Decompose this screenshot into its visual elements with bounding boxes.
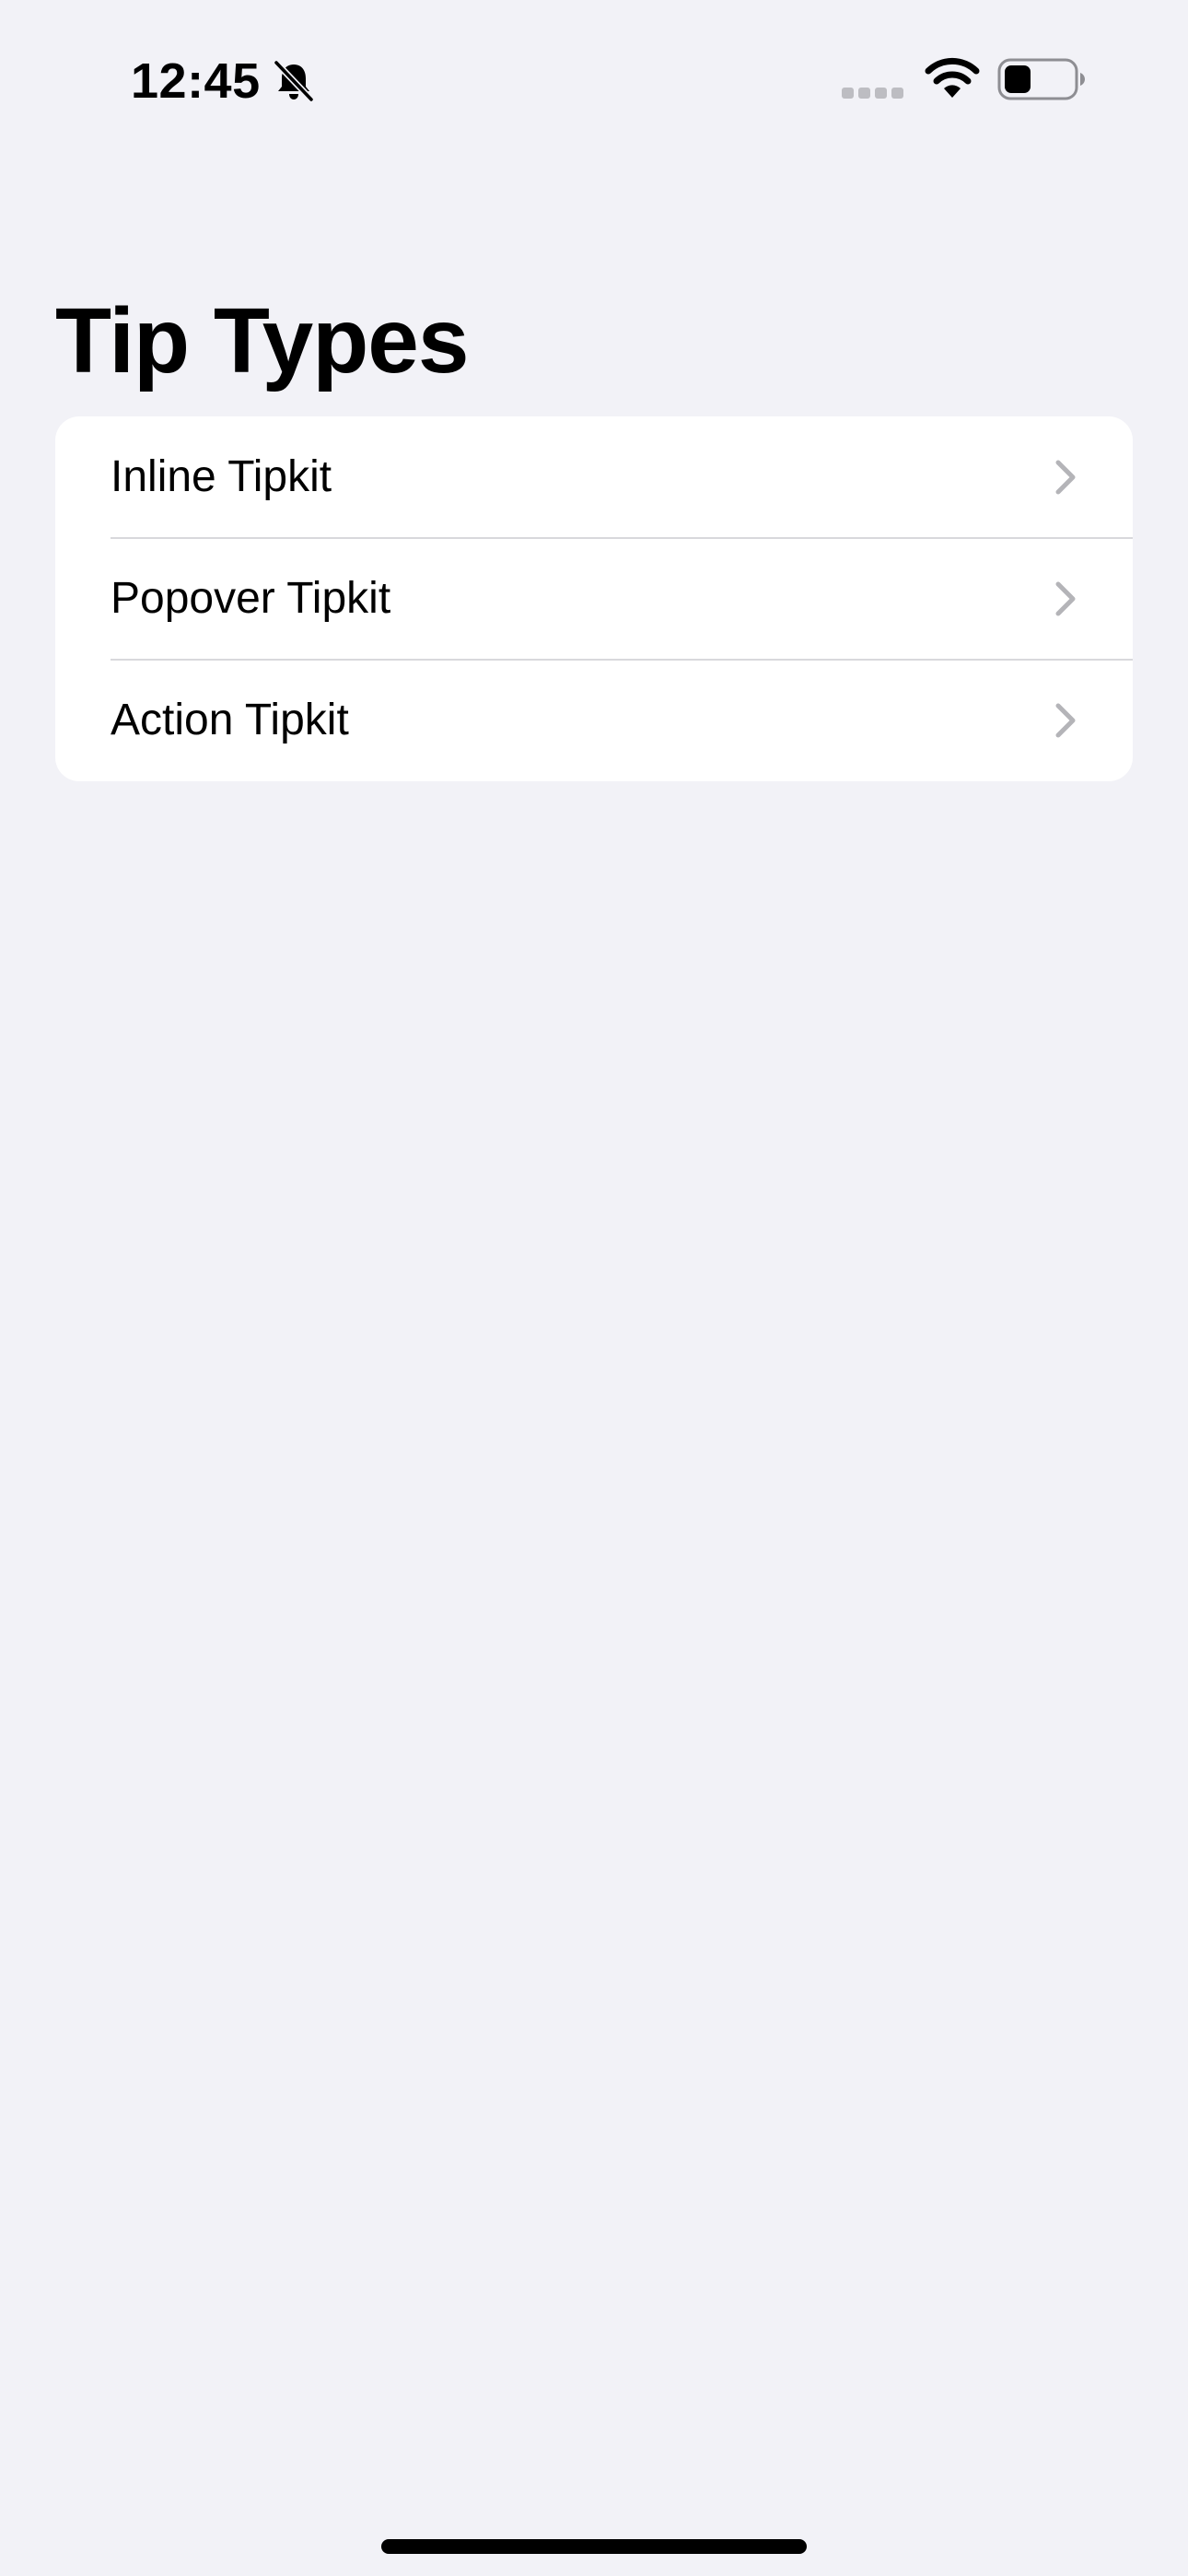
status-time: 12:45: [131, 53, 261, 109]
list-item-label: Action Tipkit: [111, 696, 349, 744]
bell-slash-icon: [273, 59, 315, 103]
list-item-label: Inline Tipkit: [111, 452, 332, 501]
home-indicator[interactable]: [381, 2539, 807, 2554]
battery-icon: [997, 58, 1085, 100]
page-title: Tip Types: [55, 289, 470, 392]
list-item-popover-tipkit[interactable]: Popover Tipkit: [55, 538, 1133, 660]
list-item-inline-tipkit[interactable]: Inline Tipkit: [55, 416, 1133, 538]
list-item-label: Popover Tipkit: [111, 574, 391, 623]
chevron-right-icon: [1055, 460, 1076, 495]
cellular-signal-icon: [842, 88, 903, 99]
chevron-right-icon: [1055, 581, 1076, 616]
wifi-icon: [925, 57, 980, 98]
status-bar: 12:45: [0, 0, 1188, 161]
list-item-action-tipkit[interactable]: Action Tipkit: [55, 660, 1133, 781]
chevron-right-icon: [1055, 703, 1076, 738]
screen: 12:45 Tip Types Inline Tipkit Popover Ti…: [0, 0, 1188, 2576]
tip-types-list: Inline Tipkit Popover Tipkit Action Tipk…: [55, 416, 1133, 781]
